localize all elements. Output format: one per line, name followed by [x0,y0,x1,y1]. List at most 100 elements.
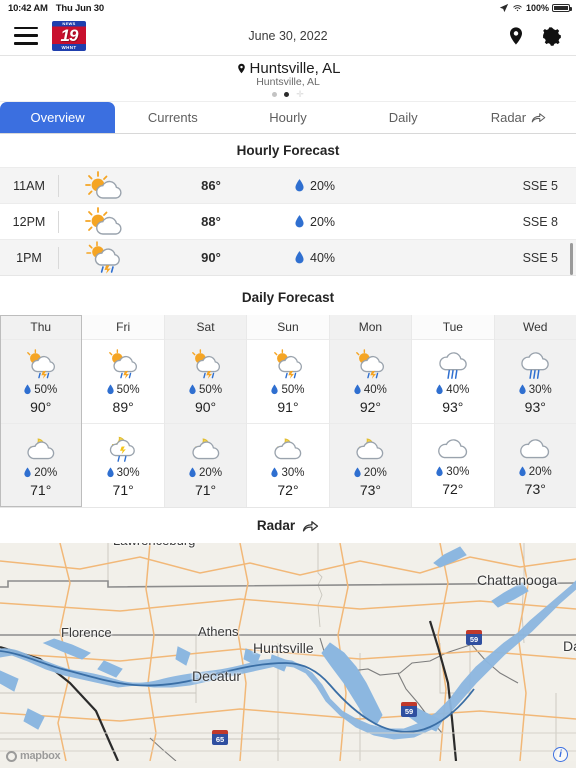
page-dot[interactable] [272,92,278,97]
gear-icon[interactable] [542,26,562,46]
daily-day-precip: 50% [106,384,140,396]
daily-column-tue[interactable]: Tue 40% 93° 30% 72° [412,315,495,507]
hamburger-menu-icon[interactable] [14,26,38,45]
daily-night-precip: 30% [436,466,469,478]
daily-day-cell[interactable]: 40% 93° [412,339,494,423]
battery-icon [552,4,572,12]
hourly-precip-value: 20% [310,178,336,193]
daily-night-cell[interactable]: 30% 72° [412,423,494,507]
sun-behind-thunderstorm-icon [191,348,220,379]
water-drop-icon [189,384,196,395]
daily-column-wed[interactable]: Wed 30% 93° 20% 73° [494,315,576,507]
daily-day-cell[interactable]: 40% 92° [329,339,412,423]
precip-value: 50% [34,383,58,396]
moon-behind-thunderstorm-icon [110,436,135,462]
page-dot-active[interactable] [284,92,290,97]
hourly-precip-value: 40% [310,250,336,265]
daily-low-temp: 71° [112,481,134,498]
daily-night-cell[interactable]: 20% 73° [329,423,412,507]
daily-night-cell[interactable]: 30% 72° [247,423,329,507]
daily-forecast-title: Daily Forecast [0,275,576,315]
mapbox-wordmark: mapbox [20,750,61,762]
hourly-precip: 40% [271,251,401,265]
daily-day-label: Thu [0,315,82,339]
hourly-temperature: 88° [201,214,221,229]
status-bar-indicators: 100% [499,3,572,13]
plus-icon[interactable]: ✛ [296,90,304,99]
daily-day-cell[interactable]: 50% 90° [164,339,247,423]
tab-label: Radar [490,110,527,125]
hourly-row[interactable]: 1PM 90° 40% SSE 5 [0,239,576,275]
map-pin-icon[interactable] [506,26,526,46]
share-arrow-icon [531,113,546,123]
water-drop-icon [106,467,114,478]
app-header: NEWS 19 WHNT June 30, 2022 [0,16,576,56]
hourly-forecast-list[interactable]: 11AM 86° 20% SSE 5 12PM 88° 20% SSE 8 1P… [0,167,576,275]
daily-forecast-section: Thu 50% 90° 20% 71° Fri 50% 89° 30% 71° … [0,315,576,507]
hourly-row[interactable]: 11AM 86° 20% SSE 5 [0,167,576,203]
water-drop-icon [24,384,31,395]
hourly-temperature: 90° [201,250,221,265]
daily-night-cell[interactable]: 20% 73° [494,423,576,507]
battery-percent: 100% [525,3,549,13]
precip-value: 20% [199,466,223,479]
daily-column-sun[interactable]: Sun 50% 91° 30% 72° [247,315,330,507]
hourly-scrollbar-thumb[interactable] [570,243,573,275]
hourly-wind: SSE 5 [522,250,558,265]
daily-day-label: Sun [247,315,329,339]
daily-column-sat[interactable]: Sat 50% 90° 20% 71° [164,315,248,507]
hourly-wind: SSE 8 [522,214,558,229]
hourly-temperature: 86° [201,178,221,193]
daily-night-cell[interactable]: 20% 71° [164,423,247,507]
sun-behind-thunderstorm-icon [26,348,55,379]
daily-forecast-grid: Thu 50% 90° 20% 71° Fri 50% 89° 30% 71° … [0,315,576,507]
daily-column-mon[interactable]: Mon 40% 92° 20% 73° [329,315,413,507]
daily-day-label: Sat [164,315,247,339]
daily-day-cell[interactable]: 50% 91° [247,339,329,423]
daily-day-cell[interactable]: 50% 90° [0,339,82,423]
water-drop-icon [436,466,443,477]
daily-column-thu[interactable]: Thu 50% 90° 20% 71° [0,315,83,507]
daily-day-precip: 40% [436,384,469,396]
rain-cloud-icon [439,351,467,379]
tab-label: Currents [147,110,198,125]
tab-daily[interactable]: Daily [346,102,461,133]
daily-column-fri[interactable]: Fri 50% 89° 30% 71° [82,315,165,507]
daily-day-cell[interactable]: 50% 89° [82,339,164,423]
tab-overview[interactable]: Overview [0,102,116,133]
tab-label: Hourly [269,110,307,125]
radar-section-title[interactable]: Radar [0,507,576,543]
water-drop-icon [295,215,304,228]
interstate-shield: 65 [212,730,228,745]
interstate-shield: 59 [466,630,482,645]
water-drop-icon [436,384,443,395]
daily-low-temp: 73° [359,481,381,498]
precip-value: 50% [199,383,223,396]
daily-low-temp: 72° [442,480,464,497]
daily-high-temp: 93° [524,398,546,415]
map-info-button[interactable]: i [553,747,568,762]
tab-currents[interactable]: Currents [115,102,230,133]
cloud-icon [520,438,550,458]
share-arrow-icon[interactable] [302,519,319,533]
moon-behind-cloud-icon [27,437,54,459]
station-logo[interactable]: NEWS 19 WHNT [52,20,86,51]
daily-night-cell[interactable]: 30% 71° [82,423,164,507]
daily-night-cell[interactable]: 20% 71° [0,423,82,507]
location-bar[interactable]: Huntsville, AL Huntsville, AL ✛ [0,56,576,102]
map-city-label: Chattanooga [477,572,558,588]
radar-map[interactable]: Lawrenceburg Florence Athens Huntsville … [0,543,576,768]
water-drop-icon [519,466,526,477]
sun-behind-cloud-icon [59,170,151,202]
sun-behind-thunderstorm-icon [59,240,151,275]
mapbox-attribution-logo[interactable]: mapbox [6,750,61,762]
daily-day-cell[interactable]: 30% 93° [494,339,576,423]
cloud-icon [438,438,467,458]
daily-high-temp: 90° [30,398,52,415]
hourly-row[interactable]: 12PM 88° 20% SSE 8 [0,203,576,239]
tab-label: Daily [388,110,418,125]
tab-radar[interactable]: Radar [461,102,576,133]
tab-hourly[interactable]: Hourly [230,102,345,133]
moon-behind-cloud-icon [356,437,384,459]
hourly-precip: 20% [271,179,401,193]
